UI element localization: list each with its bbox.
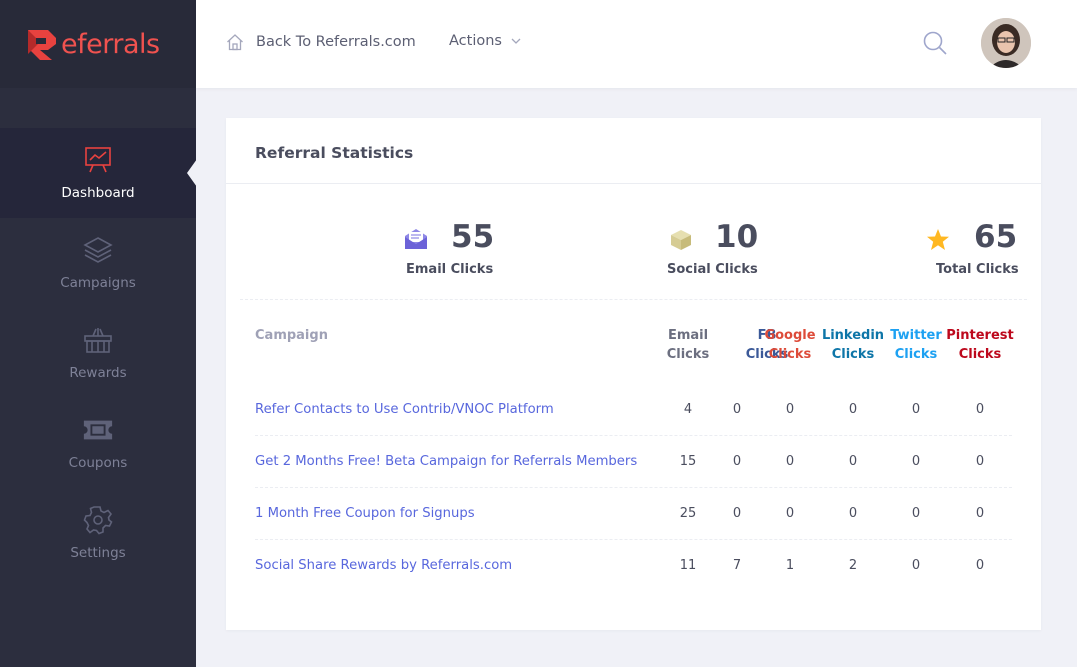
sidebar-item-settings[interactable]: Settings <box>0 488 196 578</box>
col-header-twitter-clicks: Twitter Clicks <box>890 328 942 362</box>
gift-basket-icon <box>82 325 114 355</box>
user-avatar[interactable] <box>981 18 1031 68</box>
sidebar-item-rewards[interactable]: Rewards <box>0 308 196 398</box>
ticket-icon <box>82 415 114 445</box>
sidebar-nav: Dashboard Campaigns Rewards Coupons Sett… <box>0 128 197 578</box>
campaign-link[interactable]: Social Share Rewards by Referrals.com <box>255 558 512 573</box>
campaign-link[interactable]: 1 Month Free Coupon for Signups <box>255 506 475 521</box>
table-row: Social Share Rewards by Referrals.com 11… <box>255 540 1012 592</box>
campaign-link[interactable]: Get 2 Months Free! Beta Campaign for Ref… <box>255 454 637 469</box>
cell-google: 0 <box>785 402 795 417</box>
actions-dropdown[interactable]: Actions <box>449 33 521 49</box>
cell-google: 0 <box>785 506 795 521</box>
cell-twitter: 0 <box>911 454 921 469</box>
table-row: 1 Month Free Coupon for Signups 25 0 0 0… <box>255 488 1012 540</box>
cell-pinterest: 0 <box>975 506 985 521</box>
cell-linkedin: 0 <box>848 402 858 417</box>
logo-text: eferrals <box>61 28 160 60</box>
back-to-referrals-link[interactable]: Back To Referrals.com <box>226 33 416 51</box>
campaign-link[interactable]: Refer Contacts to Use Contrib/VNOC Platf… <box>255 402 554 417</box>
cell-twitter: 0 <box>911 506 921 521</box>
sidebar-item-dashboard[interactable]: Dashboard <box>0 128 197 218</box>
table-row: Refer Contacts to Use Contrib/VNOC Platf… <box>255 384 1012 436</box>
stats-summary: 55 Email Clicks 10 Social Clicks 65 Tota… <box>240 184 1027 300</box>
cell-pinterest: 0 <box>975 558 985 573</box>
layers-icon <box>82 235 114 265</box>
cell-pinterest: 0 <box>975 402 985 417</box>
topbar: Back To Referrals.com Actions <box>196 0 1077 88</box>
col-header-linkedin-clicks: Linkedin Clicks <box>821 328 885 362</box>
envelope-icon <box>405 229 427 249</box>
cell-linkedin: 2 <box>848 558 858 573</box>
presentation-chart-icon <box>82 145 114 175</box>
cell-twitter: 0 <box>911 402 921 417</box>
sidebar: eferrals Dashboard Campaigns Rewards Cou… <box>0 0 197 667</box>
gear-icon <box>82 505 114 535</box>
referral-statistics-card: Referral Statistics 55 Email Clicks 10 S… <box>226 118 1041 630</box>
actions-label: Actions <box>449 33 502 49</box>
sidebar-item-label: Dashboard <box>61 185 135 201</box>
sidebar-item-label: Settings <box>70 545 126 561</box>
cell-fb: 0 <box>732 402 742 417</box>
stat-value: 10 <box>715 219 759 255</box>
col-header-google-clicks: Google Clicks <box>764 328 816 362</box>
table-row: Get 2 Months Free! Beta Campaign for Ref… <box>255 436 1012 488</box>
cell-google: 1 <box>785 558 795 573</box>
cell-google: 0 <box>785 454 795 469</box>
cell-fb: 0 <box>732 454 742 469</box>
cell-pinterest: 0 <box>975 454 985 469</box>
col-header-pinterest-clicks: Pinterest Clicks <box>946 328 1014 362</box>
stat-label: Email Clicks <box>406 262 494 277</box>
cell-linkedin: 0 <box>848 454 858 469</box>
stat-value: 65 <box>974 219 1018 255</box>
referrals-logo-icon <box>26 26 62 62</box>
stat-value: 55 <box>451 219 495 255</box>
box-icon <box>671 230 691 250</box>
search-button[interactable] <box>922 30 948 60</box>
stat-label: Total Clicks <box>936 262 1019 277</box>
stat-label: Social Clicks <box>667 262 758 277</box>
sidebar-item-coupons[interactable]: Coupons <box>0 398 196 488</box>
cell-linkedin: 0 <box>848 506 858 521</box>
star-icon <box>927 229 949 250</box>
logo[interactable]: eferrals <box>0 0 196 88</box>
search-icon <box>923 31 947 55</box>
col-header-email-clicks: Email Clicks <box>666 328 710 362</box>
sidebar-item-label: Coupons <box>68 455 128 471</box>
sidebar-item-campaigns[interactable]: Campaigns <box>0 218 196 308</box>
card-header: Referral Statistics <box>226 118 1041 184</box>
chevron-down-icon <box>511 38 521 44</box>
card-title: Referral Statistics <box>255 144 414 162</box>
cell-twitter: 0 <box>911 558 921 573</box>
cell-fb: 0 <box>732 506 742 521</box>
sidebar-item-label: Campaigns <box>60 275 136 291</box>
back-link-label: Back To Referrals.com <box>256 34 416 50</box>
cell-fb: 7 <box>732 558 742 573</box>
col-header-campaign: Campaign <box>255 328 328 343</box>
sidebar-item-label: Rewards <box>69 365 127 381</box>
home-icon <box>227 34 243 51</box>
